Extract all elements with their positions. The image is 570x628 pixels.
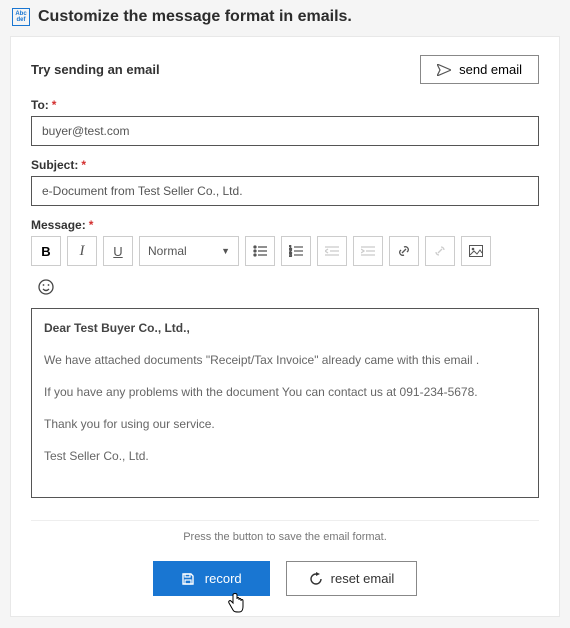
outdent-button[interactable]	[317, 236, 347, 266]
divider	[31, 520, 539, 521]
indent-button[interactable]	[353, 236, 383, 266]
record-button-label: record	[205, 571, 242, 586]
underline-button[interactable]: U	[103, 236, 133, 266]
format-icon: Abc def	[12, 8, 30, 26]
message-label: Message:*	[31, 218, 539, 232]
record-button[interactable]: record	[153, 561, 270, 596]
to-label: To:*	[31, 98, 539, 112]
editor-paragraph: If you have any problems with the docume…	[44, 383, 526, 401]
reset-button-label: reset email	[331, 571, 395, 586]
svg-text:3: 3	[289, 253, 292, 257]
message-editor-wrap: Dear Test Buyer Co., Ltd., We have attac…	[31, 308, 539, 498]
send-email-label: send email	[459, 62, 522, 77]
editor-paragraph: We have attached documents "Receipt/Tax …	[44, 351, 526, 369]
image-button[interactable]	[461, 236, 491, 266]
subject-input[interactable]	[31, 176, 539, 206]
unordered-list-button[interactable]	[245, 236, 275, 266]
email-format-card: Try sending an email send email To:* Sub…	[10, 36, 560, 617]
editor-paragraph: Thank you for using our service.	[44, 415, 526, 433]
message-editor[interactable]: Dear Test Buyer Co., Ltd., We have attac…	[32, 309, 538, 497]
try-sending-label: Try sending an email	[31, 62, 160, 77]
editor-signature: Test Seller Co., Ltd.	[44, 447, 526, 465]
save-icon	[181, 572, 195, 586]
send-icon	[437, 64, 451, 76]
ordered-list-button[interactable]: 123	[281, 236, 311, 266]
chevron-down-icon: ▼	[221, 246, 230, 256]
link-button[interactable]	[389, 236, 419, 266]
page-title: Customize the message format in emails.	[38, 8, 352, 26]
save-hint: Press the button to save the email forma…	[31, 531, 539, 543]
reset-email-button[interactable]: reset email	[286, 561, 418, 596]
reset-icon	[309, 572, 323, 586]
to-input[interactable]	[31, 116, 539, 146]
editor-salutation: Dear Test Buyer Co., Ltd.,	[44, 319, 526, 337]
unlink-button[interactable]	[425, 236, 455, 266]
italic-button[interactable]: I	[67, 236, 97, 266]
bold-button[interactable]: B	[31, 236, 61, 266]
editor-toolbar: B I U Normal ▼ 123	[31, 236, 539, 266]
format-select[interactable]: Normal ▼	[139, 236, 239, 266]
subject-label: Subject:*	[31, 158, 539, 172]
emoji-button[interactable]	[31, 272, 61, 302]
send-email-button[interactable]: send email	[420, 55, 539, 84]
